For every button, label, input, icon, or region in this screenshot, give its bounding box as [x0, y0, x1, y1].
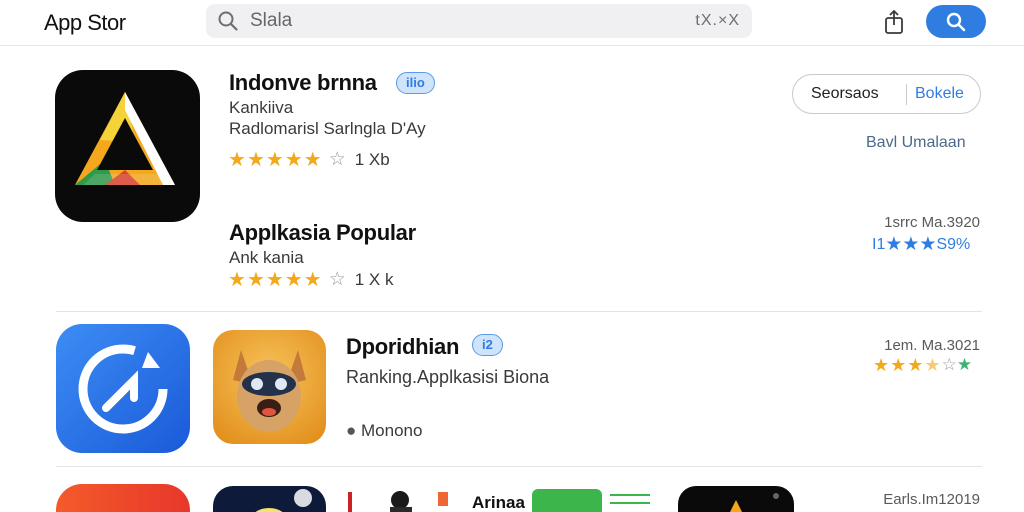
- star-outline-icon: ☆: [941, 355, 957, 374]
- star-icon: ★: [303, 149, 322, 171]
- bottom-app-icon-2[interactable]: [213, 486, 326, 512]
- meta-label: Monono: [361, 421, 423, 440]
- bottom-app-icon-3[interactable]: [678, 486, 794, 512]
- featured-app-title[interactable]: Indonve brnna: [229, 70, 377, 96]
- star-icon: ★: [890, 355, 907, 375]
- score-percent: S9%: [936, 235, 971, 253]
- star-icon: ★: [246, 269, 265, 291]
- ranking-date: 1em. Ma.3021: [884, 337, 980, 354]
- ranking-app-badge: i2: [472, 334, 503, 356]
- star-icon: ★: [907, 355, 924, 375]
- popular-rating: ★ ★ ★ ★ ★ ☆ 1 X k: [228, 269, 394, 291]
- featured-app-icon[interactable]: [55, 70, 200, 222]
- star-outline-icon: ☆: [328, 149, 346, 170]
- popular-date: 1srrc Ma.3920: [884, 214, 980, 231]
- header: App Stor tX.×X: [0, 0, 1024, 46]
- ranking-app-subtitle: Ranking.Applkasisi Biona: [346, 367, 550, 387]
- rating-count: 1 X k: [354, 270, 394, 289]
- clear-search-button[interactable]: tX.×X: [695, 12, 740, 30]
- bottom-green-badge: [532, 489, 602, 512]
- featured-app-rating: ★ ★ ★ ★ ★ ☆ 1 Xb: [228, 149, 390, 171]
- divider: [56, 311, 982, 312]
- secondary-action-button[interactable]: Seorsaos: [811, 85, 879, 103]
- mascot-app-icon[interactable]: [213, 330, 326, 444]
- search-icon: [218, 11, 238, 36]
- pill-divider: [906, 84, 907, 105]
- bottom-thumbnail[interactable]: [346, 488, 456, 512]
- search-button[interactable]: [926, 5, 986, 38]
- ranking-rating: ★ ★ ★ ★ ☆ ★: [873, 355, 972, 375]
- ranking-app-title[interactable]: Dporidhian: [346, 334, 459, 360]
- search-box[interactable]: tX.×X: [206, 4, 752, 38]
- bottom-green-lines: [610, 494, 650, 504]
- bottom-date: Earls.Im12019: [883, 491, 980, 508]
- ranking-app-meta: ● Monono: [346, 421, 422, 441]
- share-icon[interactable]: [880, 8, 908, 36]
- star-icon: ★: [265, 149, 284, 171]
- featured-app-category: Kankiiva: [229, 98, 294, 117]
- star-outline-icon: ☆: [328, 269, 346, 290]
- star-icon: ★: [956, 355, 973, 374]
- star-icon: ★: [303, 269, 322, 291]
- popular-score: I1 ★★★ S9%: [872, 233, 970, 256]
- developer-link[interactable]: Bavl Umalaan: [866, 134, 966, 152]
- star-icon: ★: [246, 149, 265, 171]
- sync-app-icon[interactable]: [56, 324, 190, 453]
- search-input[interactable]: [250, 8, 690, 34]
- star-icon: ★: [228, 269, 246, 291]
- primary-action-button[interactable]: Bokele: [915, 85, 964, 103]
- app-title: App Stor: [44, 10, 126, 35]
- star-icon: ★★★: [885, 234, 937, 255]
- bottom-label: Arinaa: [472, 493, 525, 512]
- people-icon: ●: [346, 421, 357, 440]
- star-half-icon: ★: [924, 355, 941, 375]
- search-button-icon: [946, 12, 966, 32]
- divider: [56, 466, 982, 467]
- score-label: I1: [872, 235, 886, 253]
- section-title-popular: Applkasia Popular: [229, 220, 416, 245]
- featured-actions: Seorsaos Bokele: [792, 74, 981, 114]
- star-icon: ★: [265, 269, 284, 291]
- star-icon: ★: [284, 149, 303, 171]
- featured-app-subtitle: Radlomarisl Sarlngla D'Ay: [229, 119, 426, 138]
- rating-count: 1 Xb: [354, 150, 390, 169]
- featured-app-badge: ilio: [396, 72, 435, 94]
- popular-category: Ank kania: [229, 248, 304, 267]
- bottom-app-icon-1[interactable]: [56, 484, 190, 512]
- star-icon: ★: [284, 269, 303, 291]
- star-icon: ★: [873, 355, 890, 375]
- star-icon: ★: [228, 149, 246, 171]
